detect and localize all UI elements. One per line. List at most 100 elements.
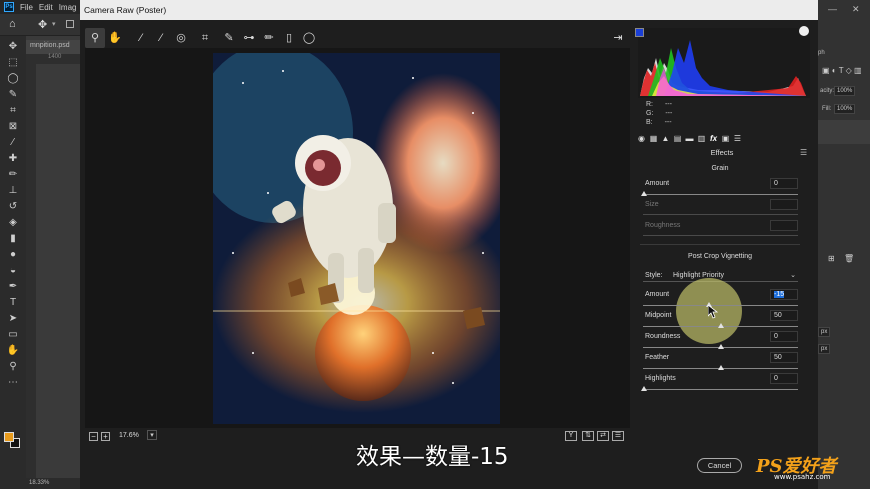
white-balance-icon[interactable]: ⁄ [131, 28, 151, 48]
new-layer-icon[interactable]: ⊞ [828, 254, 835, 263]
highlight-clipping-icon[interactable] [799, 26, 809, 36]
opacity-input[interactable]: 100% [834, 86, 856, 96]
red-eye-icon[interactable]: ⊶ [239, 28, 259, 48]
open-preferences-icon[interactable]: ⇥ [608, 28, 628, 48]
hsl-icon[interactable]: ▤ [672, 133, 683, 144]
adjustment-brush-icon[interactable]: ✏ [259, 28, 279, 48]
feather-input[interactable]: 50 [770, 352, 798, 363]
foreground-color-swatch[interactable] [4, 432, 14, 442]
vignetting-section-title: Post Crop Vignetting [687, 253, 753, 260]
frame-tool-icon[interactable]: ⊠ [6, 120, 20, 134]
highlights-input[interactable]: 0 [770, 373, 798, 384]
zoom-in-button[interactable]: + [101, 432, 110, 441]
tone-curve-icon[interactable]: ▦ [648, 133, 659, 144]
calibration-icon[interactable]: ▣ [720, 133, 731, 144]
minimize-icon[interactable]: — [828, 4, 837, 14]
vignette-amount-slider[interactable] [643, 305, 798, 306]
color-sampler-icon[interactable]: ⁄ [151, 28, 171, 48]
grain-roughness-input[interactable] [770, 220, 798, 231]
healing-tool-icon[interactable]: ✚ [6, 152, 20, 166]
zoom-dropdown-chevron-icon[interactable]: ▾ [147, 430, 157, 440]
highlights-thumb[interactable] [641, 386, 647, 391]
grain-roughness-slider[interactable] [643, 235, 798, 236]
dodge-tool-icon[interactable]: ◒ [6, 264, 20, 278]
zoom-icon[interactable]: ⚲ [85, 28, 105, 48]
type-tool-icon[interactable]: T [6, 296, 20, 310]
eyedropper-tool-icon[interactable]: ⁄ [6, 136, 20, 150]
history-brush-icon[interactable]: ↺ [6, 200, 20, 214]
shadow-clipping-icon[interactable] [635, 28, 644, 37]
layer-filter-icons[interactable]: ▣ ◐ T ◇ ▥ [822, 66, 862, 75]
copy-settings-icon[interactable]: ⇄ [597, 431, 609, 441]
feather-thumb[interactable] [718, 365, 724, 370]
grain-size-slider[interactable] [643, 214, 798, 215]
horizontal-ruler: 1400 [26, 54, 80, 64]
midpoint-thumb[interactable] [718, 323, 724, 328]
swap-settings-icon[interactable]: ⇅ [582, 431, 594, 441]
lens-corrections-icon[interactable]: ▥ [696, 133, 707, 144]
panel-menu-icon[interactable]: ☰ [800, 148, 810, 157]
before-after-y-icon[interactable]: Y [565, 431, 577, 441]
trash-icon[interactable]: 🗑 [844, 254, 854, 263]
marquee-tool-icon[interactable]: ⬚ [6, 56, 20, 70]
astronaut-poster-illustration [213, 53, 500, 424]
chevron-down-icon[interactable]: ▾ [52, 20, 56, 28]
effects-panel-title: Effects [710, 148, 734, 157]
menu-edit[interactable]: Edit [39, 3, 53, 12]
cancel-button[interactable]: Cancel [697, 458, 742, 473]
highlights-slider[interactable] [643, 389, 798, 390]
shape-tool-icon[interactable]: ▭ [6, 328, 20, 342]
move-tool-icon[interactable]: ✥ [6, 40, 20, 54]
px-field-1[interactable]: px [818, 327, 831, 337]
grain-amount-input[interactable]: 0 [770, 178, 798, 189]
grain-size-label: Size [645, 201, 659, 208]
pen-tool-icon[interactable]: ✒ [6, 280, 20, 294]
layer-row[interactable] [818, 120, 870, 144]
crop-icon[interactable]: ⌗ [195, 28, 215, 48]
histogram-graph [640, 40, 806, 96]
stamp-tool-icon[interactable]: ⊥ [6, 184, 20, 198]
toggle-default-icon[interactable]: ☰ [612, 431, 624, 441]
px-field-2[interactable]: px [818, 344, 831, 354]
basic-panel-icon[interactable]: ◉ [636, 133, 647, 144]
zoom-tool-icon[interactable]: ⚲ [6, 360, 20, 374]
checkbox[interactable] [66, 20, 74, 28]
detail-icon[interactable]: ▲ [660, 133, 671, 144]
targeted-adjustment-icon[interactable]: ◎ [171, 28, 191, 48]
menu-file[interactable]: File [20, 3, 33, 12]
document-tab[interactable]: mnpition.psd [26, 40, 80, 54]
blur-tool-icon[interactable]: ● [6, 248, 20, 262]
panel-tab[interactable]: ph [818, 50, 825, 56]
grain-amount-thumb[interactable] [641, 191, 647, 196]
grain-size-input[interactable] [770, 199, 798, 210]
split-toning-icon[interactable]: ▬ [684, 133, 695, 144]
home-icon[interactable]: ⌂ [9, 18, 16, 30]
gradient-tool-icon[interactable]: ▮ [6, 232, 20, 246]
effects-fx-icon[interactable]: fx [708, 133, 719, 144]
roundness-thumb[interactable] [718, 344, 724, 349]
hand-icon[interactable]: ✋ [105, 28, 125, 48]
vignette-amount-input[interactable]: -15 [770, 289, 798, 300]
move-tool-icon[interactable]: ✥ [38, 18, 47, 31]
presets-icon[interactable]: ☰ [732, 133, 743, 144]
grain-amount-slider[interactable] [643, 194, 798, 195]
ps-right-panels: — ✕ ph ▣ ◐ T ◇ ▥ acity: 100% Fill: 100% … [818, 0, 870, 489]
zoom-out-button[interactable]: − [89, 432, 98, 441]
roundness-input[interactable]: 0 [770, 331, 798, 342]
fill-input[interactable]: 100% [834, 104, 856, 114]
crop-tool-icon[interactable]: ⌗ [6, 104, 20, 118]
menu-image[interactable]: Imag [59, 3, 77, 12]
midpoint-input[interactable]: 50 [770, 310, 798, 321]
radial-filter-icon[interactable]: ◯ [299, 28, 319, 48]
close-window-icon[interactable]: ✕ [852, 4, 860, 15]
eraser-tool-icon[interactable]: ◈ [6, 216, 20, 230]
lasso-tool-icon[interactable]: ◯ [6, 72, 20, 86]
g-value: --- [665, 110, 673, 117]
hand-tool-icon[interactable]: ✋ [6, 344, 20, 358]
spot-removal-icon[interactable]: ✎ [219, 28, 239, 48]
quick-select-tool-icon[interactable]: ✎ [6, 88, 20, 102]
more-tools-icon[interactable]: ⋯ [6, 376, 20, 390]
path-select-tool-icon[interactable]: ➤ [6, 312, 20, 326]
graduated-filter-icon[interactable]: ▯ [279, 28, 299, 48]
brush-tool-icon[interactable]: ✏ [6, 168, 20, 182]
